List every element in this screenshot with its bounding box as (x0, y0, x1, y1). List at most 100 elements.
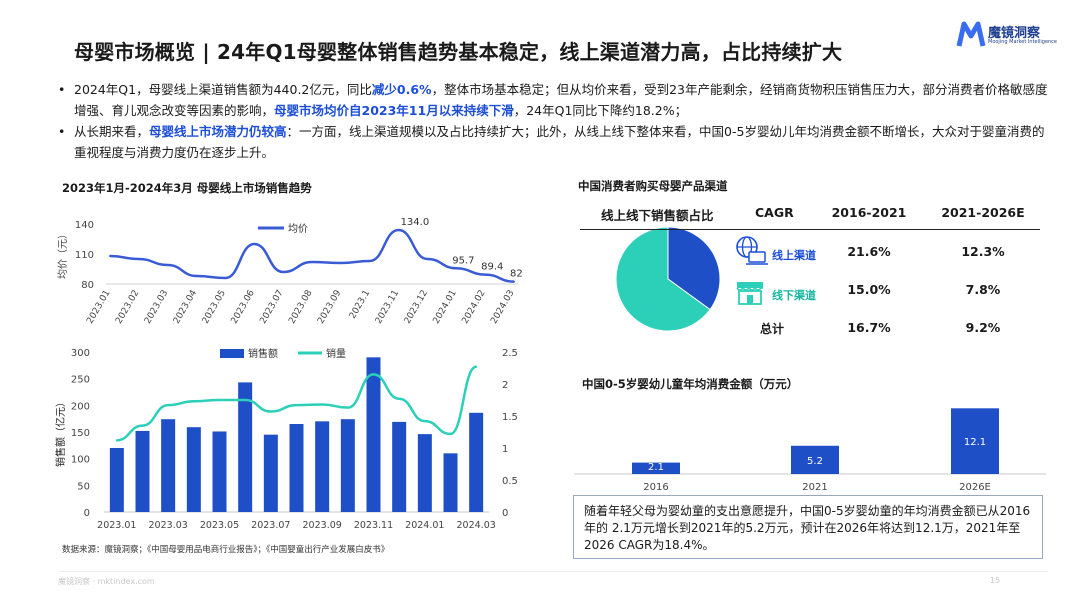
data-point (218, 399, 221, 401)
y-left-tick-label: 100 (71, 455, 90, 466)
data-point (141, 424, 144, 427)
data-point (397, 229, 400, 231)
y-right-tick-label: 2.5 (502, 348, 518, 359)
bar-sales-amount (315, 421, 330, 512)
offline-cagr-2016-2021: 15.0% (847, 282, 891, 297)
bullet-0-text-2: ，24年Q1同比下降约18.2%； (513, 103, 688, 118)
data-point (311, 261, 313, 263)
bar-sales-amount (366, 357, 381, 512)
offline-cagr-2021-2026: 7.8% (965, 282, 1001, 297)
x-tick-label: 2023.11 (374, 289, 401, 326)
y-left-axis-label: 销售额（亿元） (54, 397, 67, 467)
row-label-offline: 线下渠道 (772, 289, 816, 302)
x-tick-label: 2023.01 (85, 289, 112, 326)
x-tick-label: 2024.01 (432, 289, 459, 326)
data-source: 数据来源：魔镜洞察；《中国母婴用品电商行业报告》；《中国婴童出行产业发展白皮书》 (62, 545, 390, 555)
data-point (398, 397, 401, 400)
bar-sales-amount (109, 448, 124, 512)
footer-divider (58, 571, 1048, 572)
x-tick-label: 2024.03 (457, 520, 496, 531)
x-tick-label: 2021 (802, 482, 827, 493)
sales-combo-chart: 05010015020025030000.511.522.5销售额（亿元）销量（… (54, 347, 518, 531)
bar-sales-amount (417, 434, 432, 512)
bullet-dot: • (58, 124, 66, 139)
data-label: 82.4 (510, 269, 522, 280)
channel-section-title: 中国消费者购买母婴产品渠道 (578, 179, 728, 193)
y-axis-label: 均价（元） (57, 229, 69, 279)
data-point (224, 277, 227, 279)
bullet-1-text-0: 从长期来看， (74, 124, 150, 139)
bar-sales-amount (392, 421, 407, 512)
total-cagr-2016-2021: 16.7% (847, 320, 891, 335)
bullet-list: • 2024年Q1，母婴线上渠道销售额为440.2亿元，同比减少0.6%，整体市… (58, 79, 1048, 163)
page-number: 15 (990, 576, 1001, 585)
bar-sales-amount (212, 431, 227, 512)
bullet-0-highlight-0: 减少0.6% (371, 82, 432, 97)
x-tick-label: 2024.02 (460, 289, 487, 326)
left-section-title: 2023年1月-2024年3月 母婴线上市场销售趋势 (62, 181, 312, 195)
summary-box: 随着年轻父母为婴幼童的支出意愿提升，中国0-5岁婴幼童的年均消费金额已从2016… (573, 495, 1043, 559)
x-tick-label: 2023.07 (258, 289, 285, 326)
bullet-1-highlight-0: 母婴线上市场潜力仍较高 (149, 124, 287, 139)
bar-sales-amount (161, 419, 176, 512)
footer-text: 魔镜洞察 · mktindex.com (58, 577, 155, 586)
data-point (513, 280, 515, 283)
online-cagr-2021-2026: 12.3% (961, 244, 1005, 259)
bullet-item-0: • 2024年Q1，母婴线上渠道销售额为440.2亿元，同比减少0.6%，整体市… (58, 79, 1048, 121)
data-point (423, 420, 426, 423)
y-right-tick-label: 1 (502, 444, 508, 455)
data-point (166, 264, 169, 266)
y-tick-label: 140 (75, 220, 94, 231)
data-point (339, 262, 342, 264)
data-point (449, 432, 452, 435)
bullet-0-highlight-1: 母婴市场均价自2023年11月以来持续下滑 (274, 103, 514, 118)
data-label: 2.1 (648, 462, 664, 473)
data-point (426, 258, 429, 260)
data-point (167, 404, 170, 407)
x-tick-label: 2023.12 (403, 289, 430, 326)
x-tick-label: 2023.09 (303, 520, 342, 531)
row-label-online: 线上渠道 (772, 249, 816, 262)
data-point (244, 399, 247, 401)
data-point (115, 439, 118, 442)
logo-tagline: Moojing Market Intelligence (988, 39, 1058, 45)
legend-label-bar: 销售额 (248, 347, 278, 360)
data-point (295, 404, 298, 407)
globe-laptop-icon (736, 236, 768, 265)
spend-section-title: 中国0-5岁婴幼儿童年均消费金额（万元） (582, 377, 799, 391)
legend-label: 均价 (288, 223, 308, 235)
x-tick-label: 2023.07 (251, 520, 290, 531)
data-point (346, 406, 349, 409)
data-point (137, 258, 140, 260)
y-left-tick-label: 0 (84, 508, 90, 519)
data-point (321, 403, 324, 406)
y-right-tick-label: 0.5 (502, 476, 518, 487)
x-tick-label: 2023.05 (201, 289, 228, 326)
data-point (475, 365, 478, 368)
y-left-tick-label: 50 (77, 481, 90, 492)
legend-swatch-bar (220, 349, 244, 358)
bar-sales-amount (263, 434, 278, 512)
x-tick-label: 2023.09 (316, 288, 343, 325)
x-tick-label: 2023.05 (200, 520, 239, 531)
y-tick-label: 110 (75, 250, 94, 261)
table-divider (580, 229, 1040, 230)
bar-sales-amount (289, 424, 304, 512)
data-label: 12.1 (964, 437, 986, 448)
online-cagr-2016-2021: 21.6% (847, 244, 891, 259)
bullet-0-text-0: 2024年Q1，母婴线上渠道销售额为440.2亿元，同比 (74, 82, 372, 97)
data-point (109, 255, 111, 257)
y-right-tick-label: 2 (502, 380, 508, 391)
data-point (372, 373, 375, 376)
data-label: 89.4 (481, 262, 503, 273)
bar-sales-amount (340, 419, 355, 512)
y-left-tick-label: 250 (71, 375, 90, 386)
data-label: 134.0 (401, 217, 430, 228)
x-tick-label: 2023.04 (172, 288, 199, 325)
x-tick-label: 2023.1 (348, 289, 372, 321)
table-header-share: 线上线下销售额占比 (601, 208, 714, 223)
table-header-period-1: 2016-2021 (831, 205, 907, 220)
x-tick-label: 2024.01 (405, 520, 444, 531)
data-label: 5.2 (807, 456, 823, 467)
bar-sales-amount (135, 430, 150, 512)
